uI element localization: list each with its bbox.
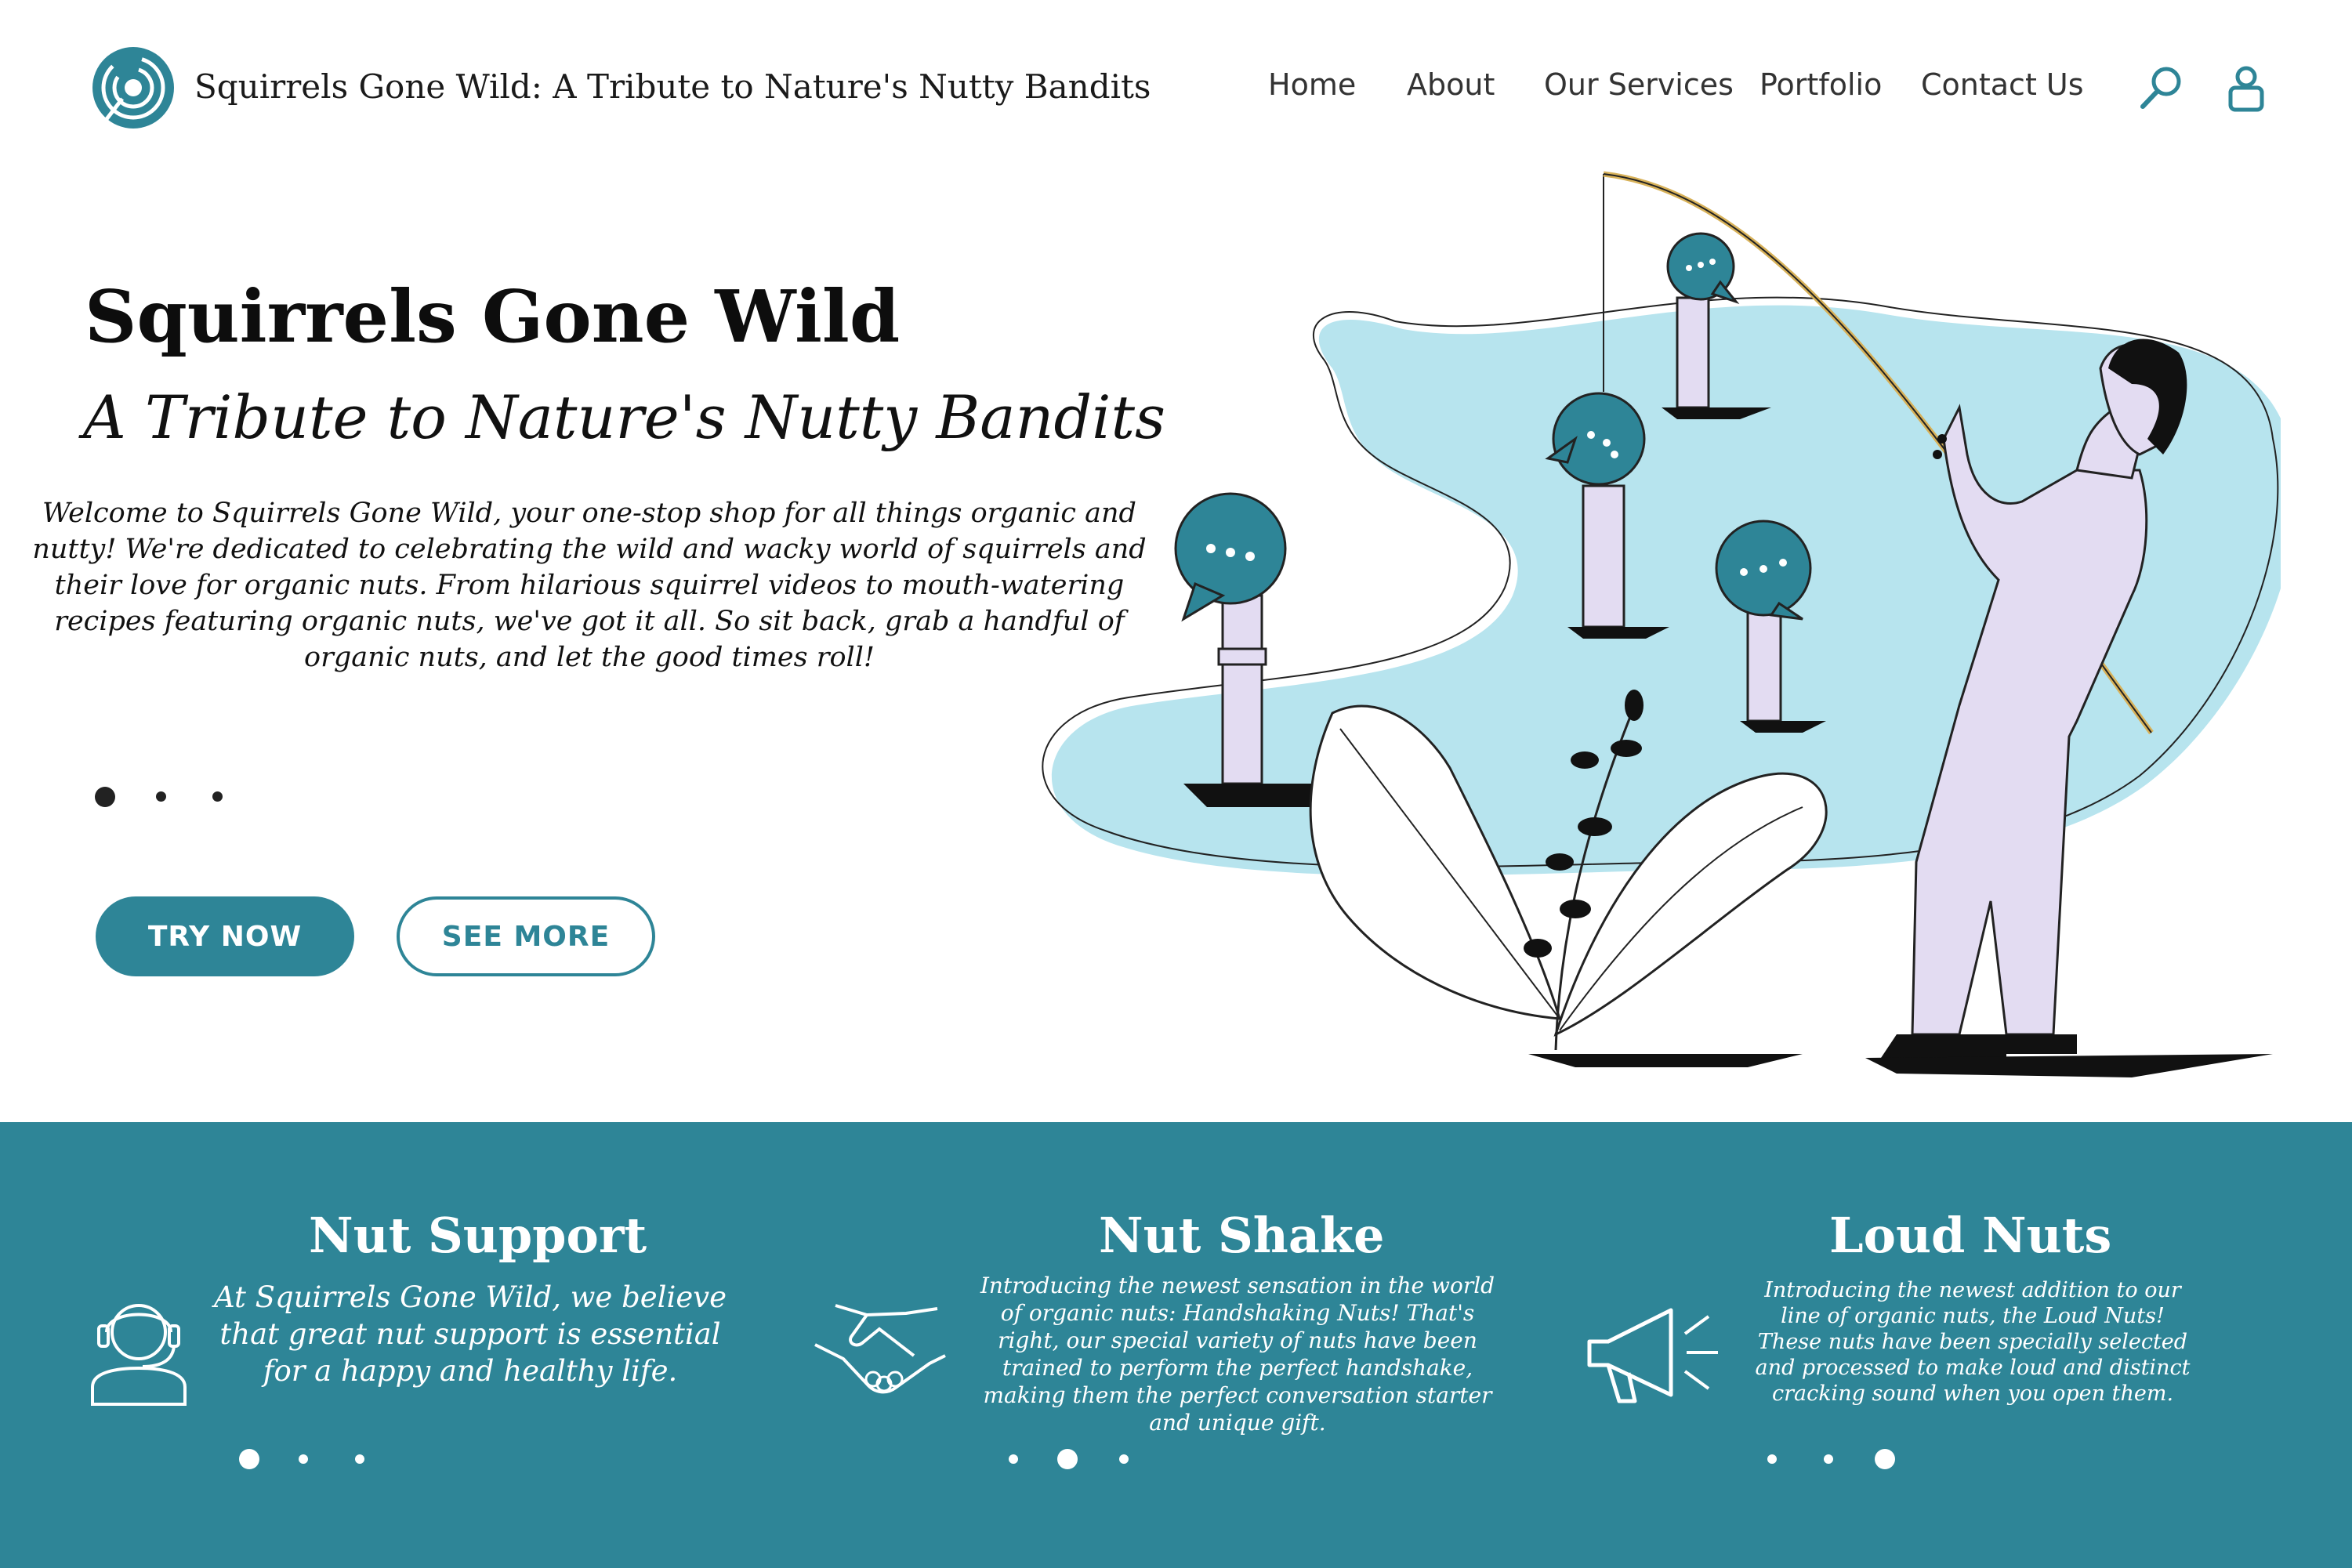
feature-1-dot-2[interactable]: [299, 1454, 308, 1464]
feature-2-dot-1[interactable]: [1009, 1454, 1018, 1464]
feature-1-dot-3[interactable]: [355, 1454, 364, 1464]
try-now-button[interactable]: TRY NOW: [96, 896, 354, 976]
feature-1-text: At Squirrels Gone Wild, we believe that …: [213, 1280, 727, 1388]
handshake-icon: [814, 1304, 946, 1394]
headset-support-icon: [91, 1304, 187, 1406]
logo-icon[interactable]: [91, 44, 176, 132]
nav-home[interactable]: Home: [1268, 67, 1356, 102]
hero-carousel-dot-2[interactable]: [156, 791, 166, 802]
megaphone-icon: [1587, 1308, 1718, 1403]
user-account-icon[interactable]: [2221, 63, 2271, 113]
feature-1-title: Nut Support: [309, 1207, 647, 1264]
feature-3-dot-1[interactable]: [1767, 1454, 1777, 1464]
feature-3-text: Introducing the newest addition to our l…: [1755, 1278, 2191, 1406]
hero-illustration: [1042, 171, 2281, 1077]
hero-carousel-dot-1-active[interactable]: [95, 787, 115, 807]
feature-2-dot-2-active[interactable]: [1057, 1449, 1078, 1469]
nav-our-services[interactable]: Our Services: [1544, 67, 1734, 102]
feature-3-dot-3-active[interactable]: [1875, 1449, 1895, 1469]
hero-title: Squirrels Gone Wild: [85, 274, 901, 359]
feature-2-dot-3[interactable]: [1119, 1454, 1129, 1464]
hero-subtitle: A Tribute to Nature's Nutty Bandits: [83, 382, 1165, 452]
site-title[interactable]: Squirrels Gone Wild: A Tribute to Nature…: [194, 67, 1151, 106]
feature-2-title: Nut Shake: [1099, 1207, 1385, 1264]
feature-2-text: Introducing the newest sensation in the …: [980, 1273, 1495, 1436]
nav-about[interactable]: About: [1407, 67, 1495, 102]
feature-3-title: Loud Nuts: [1829, 1207, 2112, 1264]
feature-1-dot-1-active[interactable]: [239, 1449, 259, 1469]
hero-description: Welcome to Squirrels Gone Wild, your one…: [32, 498, 1147, 673]
nav-portfolio[interactable]: Portfolio: [1759, 67, 1882, 102]
nav-contact-us[interactable]: Contact Us: [1921, 67, 2084, 102]
hero-carousel-dot-3[interactable]: [212, 791, 223, 802]
search-icon[interactable]: [2136, 63, 2187, 113]
feature-3-dot-2[interactable]: [1824, 1454, 1833, 1464]
see-more-button[interactable]: SEE MORE: [397, 896, 655, 976]
